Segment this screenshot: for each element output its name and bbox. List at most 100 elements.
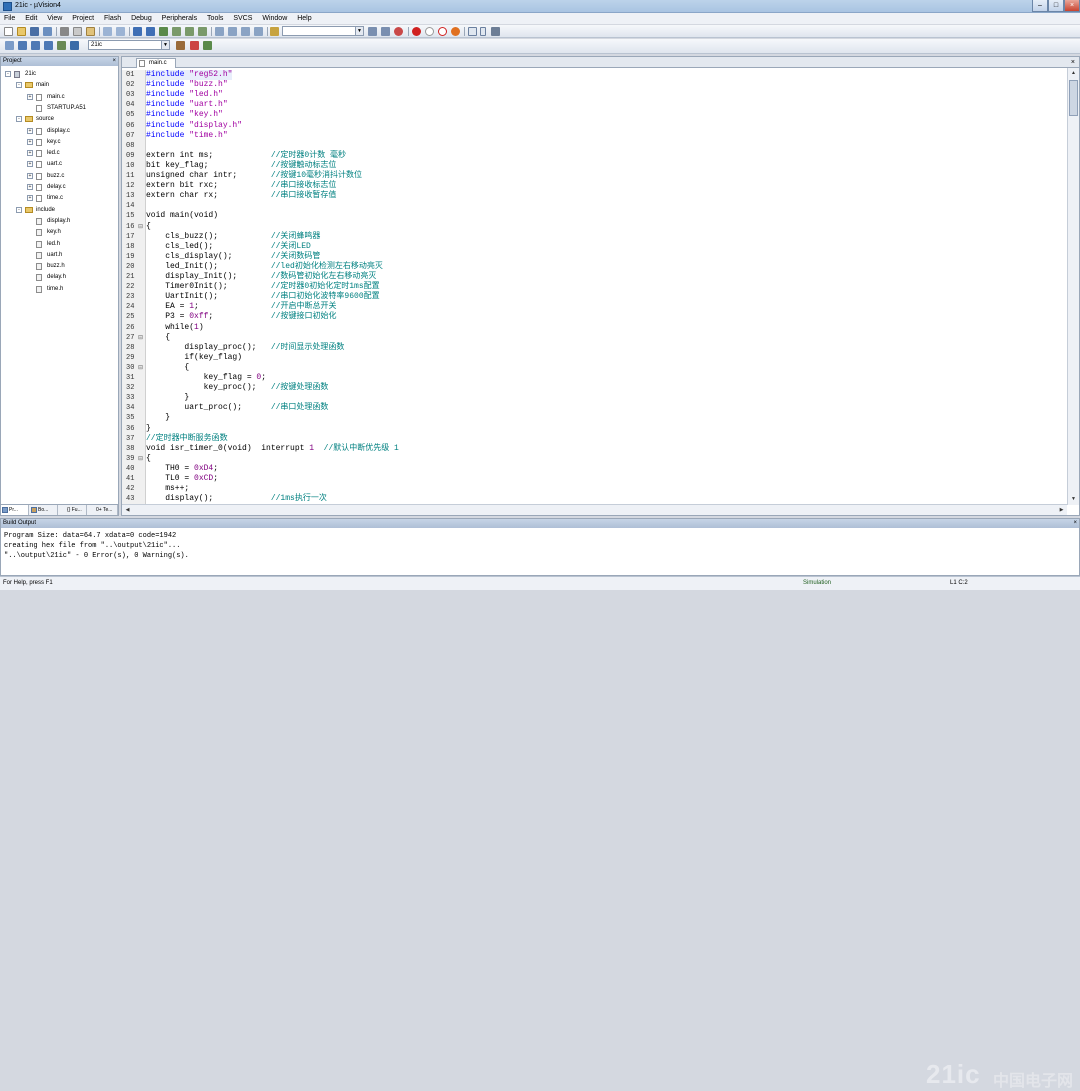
tab-books[interactable]: Bo... <box>30 505 58 515</box>
menu-file[interactable]: File <box>0 13 19 24</box>
code-token: display_Init(); <box>146 272 271 281</box>
stop-build-icon[interactable] <box>57 41 66 50</box>
expand-icon[interactable]: + <box>27 138 33 145</box>
code-line: key_flag = 0; <box>146 373 266 383</box>
kill-breakpoints-icon[interactable] <box>438 27 447 36</box>
tree-item-label: delay.c <box>47 184 66 190</box>
code-area[interactable]: #include "reg52.h" #include "buzz.h" #incl… <box>146 70 1066 504</box>
indent-icon[interactable] <box>215 27 224 36</box>
download-icon[interactable] <box>70 41 79 50</box>
new-file-icon[interactable] <box>4 27 13 36</box>
incremental-find-icon[interactable] <box>381 27 390 36</box>
expand-icon[interactable]: + <box>27 195 33 202</box>
nav-back-icon[interactable] <box>133 27 142 36</box>
bookmark-icon[interactable] <box>159 27 168 36</box>
find-combo[interactable]: ▼ <box>282 26 364 36</box>
undo-icon[interactable] <box>103 27 112 36</box>
code-token: extern bit rxc; <box>146 181 271 191</box>
prev-bookmark-icon[interactable] <box>172 27 181 36</box>
editor-tab-main-c[interactable]: main.c <box>136 58 176 68</box>
copy-icon[interactable] <box>73 27 82 36</box>
tree-item-label: main <box>36 82 50 89</box>
expand-icon[interactable]: + <box>27 161 33 168</box>
horizontal-scrollbar[interactable]: ◀ ▶ <box>122 504 1067 515</box>
scroll-down-icon[interactable]: ▼ <box>1069 495 1078 504</box>
code-token: #include <box>146 130 190 140</box>
tab-templates[interactable]: 0+ Te... <box>88 505 118 515</box>
tab-functions[interactable]: {} Fu... <box>59 505 87 515</box>
expand-icon[interactable]: + <box>27 184 33 190</box>
close-pane-icon[interactable]: × <box>112 57 116 66</box>
tab-project[interactable]: Pr... <box>1 505 29 515</box>
menu-help[interactable]: Help <box>293 13 315 24</box>
collapse-icon[interactable]: - <box>16 82 22 89</box>
expand-icon[interactable]: + <box>27 172 33 179</box>
comment-icon[interactable] <box>241 27 250 36</box>
fold-marker-icon[interactable]: ⊟ <box>138 222 144 232</box>
scroll-right-icon[interactable]: ▶ <box>1057 506 1066 515</box>
collapse-icon[interactable]: - <box>16 116 22 123</box>
expand-icon[interactable]: + <box>27 127 33 134</box>
batch-build-icon[interactable] <box>44 41 53 50</box>
window-layout-icon[interactable] <box>468 27 477 36</box>
folder-icon <box>25 82 33 89</box>
manage-components-icon[interactable] <box>190 41 199 50</box>
open-folder-icon[interactable] <box>17 27 26 36</box>
menu-view[interactable]: View <box>43 13 66 24</box>
code-token: { <box>146 221 151 231</box>
fold-marker-icon[interactable]: ⊟ <box>138 454 144 464</box>
kill-all-breakpoints-icon[interactable] <box>451 27 460 36</box>
paste-icon[interactable] <box>86 27 95 36</box>
folder-icon <box>25 206 33 213</box>
fold-marker-icon[interactable]: ⊟ <box>138 333 144 343</box>
target-select[interactable]: 21ic ▼ <box>88 40 170 50</box>
minimize-button[interactable]: – <box>1032 0 1048 12</box>
close-build-pane-icon[interactable]: × <box>1073 519 1077 528</box>
maximize-button[interactable]: □ <box>1048 0 1064 12</box>
save-all-icon[interactable] <box>43 27 52 36</box>
target-options-icon[interactable] <box>176 41 185 50</box>
menu-tools[interactable]: Tools <box>203 13 227 24</box>
clear-bookmarks-icon[interactable] <box>198 27 207 36</box>
translate-icon[interactable] <box>5 41 14 50</box>
menu-project[interactable]: Project <box>68 13 98 24</box>
nav-forward-icon[interactable] <box>146 27 155 36</box>
breakpoint-icon[interactable] <box>412 27 421 36</box>
close-tab-icon[interactable]: × <box>1071 57 1075 68</box>
menu-peripherals[interactable]: Peripherals <box>158 13 201 24</box>
rebuild-icon[interactable] <box>31 41 40 50</box>
scroll-left-icon[interactable]: ◀ <box>123 506 132 515</box>
next-bookmark-icon[interactable] <box>185 27 194 36</box>
uncomment-icon[interactable] <box>254 27 263 36</box>
line-number: 24 <box>126 303 135 312</box>
expand-icon[interactable]: + <box>27 150 33 157</box>
menu-svcs[interactable]: SVCS <box>229 13 256 24</box>
scroll-thumb[interactable] <box>1069 80 1078 116</box>
code-line: #include "led.h" <box>146 90 223 100</box>
menu-flash[interactable]: Flash <box>100 13 125 24</box>
cut-icon[interactable] <box>60 27 69 36</box>
collapse-icon[interactable]: - <box>5 71 11 77</box>
find-in-files-icon[interactable] <box>270 27 279 36</box>
configure-tools-icon[interactable] <box>491 27 500 36</box>
menu-debug[interactable]: Debug <box>127 13 156 24</box>
save-icon[interactable] <box>30 27 39 36</box>
disable-breakpoint-icon[interactable] <box>425 27 434 36</box>
expand-icon[interactable]: + <box>27 93 33 100</box>
scroll-up-icon[interactable]: ▲ <box>1069 69 1078 78</box>
menu-window[interactable]: Window <box>258 13 291 24</box>
redo-icon[interactable] <box>116 27 125 36</box>
select-packs-icon[interactable] <box>203 41 212 50</box>
collapse-icon[interactable]: - <box>16 206 22 213</box>
line-number: 13 <box>126 192 135 201</box>
fold-marker-icon[interactable]: ⊟ <box>138 363 144 373</box>
unindent-icon[interactable] <box>228 27 237 36</box>
vertical-scrollbar[interactable]: ▲ ▼ <box>1067 68 1079 505</box>
window-layout-dropdown-icon[interactable] <box>480 27 486 36</box>
tree-item-label: source <box>36 116 55 123</box>
build-icon[interactable] <box>18 41 27 50</box>
menu-edit[interactable]: Edit <box>21 13 41 24</box>
find-icon[interactable] <box>368 27 377 36</box>
debug-session-icon[interactable] <box>394 27 403 36</box>
close-button[interactable]: × <box>1064 0 1080 12</box>
